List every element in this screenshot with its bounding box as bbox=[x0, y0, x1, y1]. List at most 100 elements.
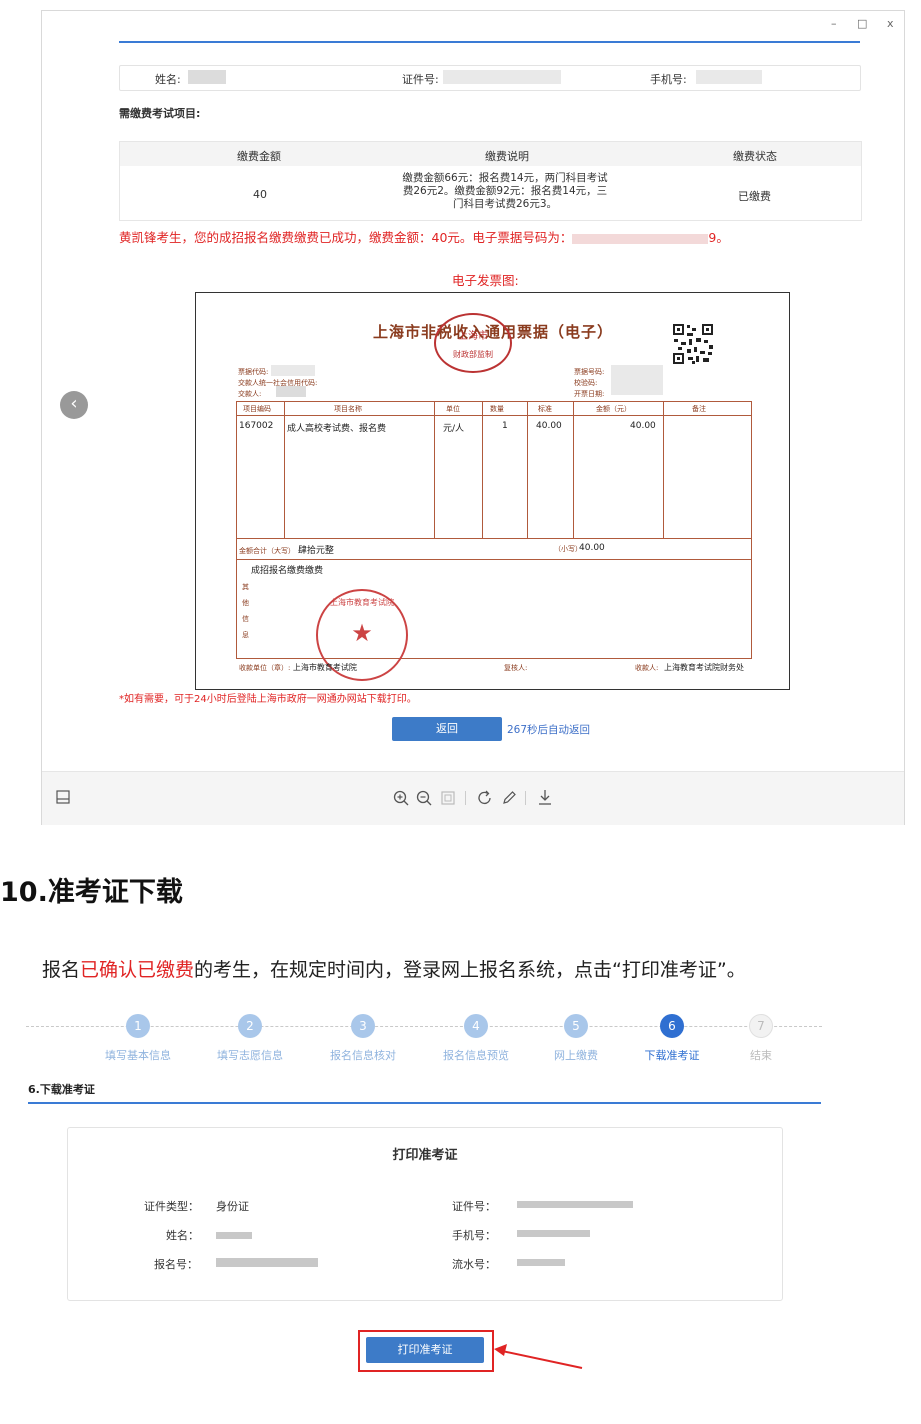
header-rule bbox=[119, 41, 860, 43]
download-icon[interactable] bbox=[537, 789, 553, 805]
serial-number-redacted bbox=[517, 1259, 565, 1266]
stamp-star-icon: ★ bbox=[351, 619, 373, 647]
step-4-circle: 4 bbox=[464, 1014, 488, 1038]
qr-code-icon bbox=[672, 323, 714, 365]
instruction-prefix: 报名 bbox=[42, 959, 81, 981]
item-qty: 1 bbox=[502, 421, 508, 431]
id-type-label: 证件类型： bbox=[144, 1200, 199, 1213]
step-6-label: 下载准考证 bbox=[644, 1049, 700, 1062]
stamp-top-text: 上海市 bbox=[458, 331, 488, 342]
admission-ticket-card: 打印准考证 证件类型： 身份证 姓名： 报名号： 证件号： 手机号： 流水号： bbox=[67, 1127, 783, 1301]
download-heading: 6.下载准考证 bbox=[28, 1083, 95, 1096]
name-redacted bbox=[216, 1232, 252, 1239]
col-amount: 缴费金额 bbox=[237, 150, 281, 163]
instruction-text: 报名已确认已缴费的考生，在规定时间内，登录网上报名系统，点击“打印准考证”。 bbox=[42, 955, 746, 982]
return-button[interactable]: 返回 bbox=[392, 717, 502, 741]
id-type-value: 身份证 bbox=[216, 1200, 249, 1213]
phone-redacted bbox=[517, 1230, 590, 1237]
success-msg-suffix: 9。 bbox=[708, 230, 729, 245]
col-divider bbox=[663, 401, 664, 538]
step-5-label: 网上缴费 bbox=[554, 1049, 598, 1062]
step-5-circle: 5 bbox=[564, 1014, 588, 1038]
payee-unit: 上海市教育考试院 bbox=[292, 663, 357, 672]
candidate-info-row: 姓名: 证件号: 手机号: bbox=[119, 65, 861, 91]
table-items-bottom bbox=[236, 538, 752, 539]
step-1-circle: 1 bbox=[126, 1014, 150, 1038]
phone-redacted bbox=[696, 70, 762, 84]
arrow-pointer-icon bbox=[494, 1344, 583, 1369]
rotate-icon[interactable] bbox=[477, 790, 493, 806]
col-divider bbox=[434, 401, 435, 538]
exam-items-label: 需缴费考试项目: bbox=[119, 107, 201, 120]
col-desc: 缴费说明 bbox=[485, 150, 529, 163]
item-unit: 元/人 bbox=[443, 424, 465, 434]
col-divider bbox=[527, 401, 528, 538]
invoice-number-label: 票据号码: bbox=[574, 368, 605, 376]
phone-label: 手机号： bbox=[452, 1229, 496, 1242]
registration-number-label: 报名号： bbox=[154, 1258, 198, 1271]
name-label: 姓名： bbox=[166, 1229, 199, 1242]
card-title: 打印准考证 bbox=[392, 1148, 458, 1163]
success-msg-prefix: 黄凯锋考生，您的成招报名缴费缴费已成功，缴费金额：40元。电子票据号码为： bbox=[119, 230, 573, 245]
step-2-circle: 2 bbox=[238, 1014, 262, 1038]
print-admission-ticket-button[interactable]: 打印准考证 bbox=[366, 1337, 484, 1363]
id-label: 证件号: bbox=[402, 73, 439, 86]
invoice-right-fields: 票据号码: 校验码: 开票日期: bbox=[574, 367, 604, 400]
check-code-label: 校验码: bbox=[574, 379, 598, 387]
col-remark: 备注 bbox=[692, 405, 706, 413]
fit-icon[interactable] bbox=[441, 791, 455, 805]
name-redacted bbox=[188, 70, 226, 84]
payee-unit-label: 收款单位（章）: bbox=[239, 664, 291, 672]
receipt-number-redacted bbox=[572, 233, 709, 244]
name-label: 姓名: bbox=[155, 73, 181, 86]
col-amount: 金额（元） bbox=[596, 405, 631, 413]
invoice-number-redacted bbox=[611, 365, 663, 395]
stamp-text: 上海市教育考试院 bbox=[330, 598, 394, 607]
minimize-button[interactable]: – bbox=[831, 17, 837, 30]
fee-description: 缴费金额66元：报名费14元，两门科目考试 费26元2。缴费金额92元：报名费1… bbox=[370, 172, 640, 211]
fee-table: 缴费金额 缴费说明 缴费状态 40 缴费金额66元：报名费14元，两门科目考试 … bbox=[119, 141, 862, 221]
payment-success-message: 黄凯锋考生，您的成招报名缴费缴费已成功，缴费金额：40元。电子票据号码为： 9。 bbox=[119, 227, 729, 246]
fee-desc-line: 缴费金额66元：报名费14元，两门科目考试 bbox=[402, 172, 608, 184]
total-upper: 肆拾元整 bbox=[297, 546, 334, 556]
id-number-label: 证件号： bbox=[452, 1200, 496, 1213]
table-header-rule bbox=[236, 415, 752, 416]
step-7-label: 结束 bbox=[750, 1049, 772, 1062]
fee-desc-line: 费26元2。缴费金额92元：报名费14元，三 bbox=[402, 185, 608, 197]
table-total-bottom bbox=[236, 559, 752, 560]
chevron-left-icon[interactable]: ‹ bbox=[60, 391, 88, 419]
auto-return-countdown: 267秒后自动返回 bbox=[507, 724, 591, 736]
col-unit: 单位 bbox=[446, 405, 460, 413]
viewer-toolbar bbox=[42, 771, 904, 825]
panel-icon[interactable] bbox=[56, 790, 70, 804]
item-name: 成人高校考试费、报名费 bbox=[287, 424, 387, 434]
close-button[interactable]: x bbox=[887, 17, 894, 30]
step-7-circle: 7 bbox=[749, 1014, 773, 1038]
zoom-in-icon[interactable] bbox=[393, 790, 409, 806]
step-4-label: 报名信息预览 bbox=[443, 1049, 509, 1062]
step-3-label: 报名信息核对 bbox=[330, 1049, 396, 1062]
col-qty: 数量 bbox=[490, 405, 504, 413]
table-border-right bbox=[751, 401, 752, 659]
fee-success-window: – □ x 姓名: 证件号: 手机号: 需缴费考试项目: 缴费金额 缴费说明 缴… bbox=[41, 10, 905, 825]
col-standard: 标准 bbox=[538, 405, 552, 413]
id-number-redacted bbox=[517, 1201, 633, 1208]
step-6-circle: 6 bbox=[660, 1014, 684, 1038]
col-item-code: 项目编码 bbox=[243, 405, 271, 413]
receiver-label: 收款人: bbox=[635, 664, 659, 672]
invoice-footer: 收款单位（章）: 上海市教育考试院 复核人: 收款人: 上海教育考试院财务处 bbox=[239, 662, 749, 673]
table-border-left bbox=[236, 401, 237, 659]
fee-table-header: 缴费金额 缴费说明 缴费状态 bbox=[120, 142, 861, 166]
fee-desc-line: 门科目考试费26元3。 bbox=[452, 198, 558, 210]
item-amount: 40.00 bbox=[630, 421, 656, 431]
serial-number-label: 流水号： bbox=[452, 1258, 496, 1271]
table-border-top bbox=[236, 401, 752, 402]
zoom-out-icon[interactable] bbox=[416, 790, 432, 806]
download-heading-rule bbox=[28, 1102, 821, 1104]
toolbar-divider bbox=[525, 791, 526, 805]
col-divider bbox=[284, 401, 285, 538]
col-divider bbox=[573, 401, 574, 538]
edit-icon[interactable] bbox=[501, 790, 517, 806]
maximize-button[interactable]: □ bbox=[857, 17, 867, 30]
section-title: 10.准考证下载 bbox=[0, 877, 183, 908]
